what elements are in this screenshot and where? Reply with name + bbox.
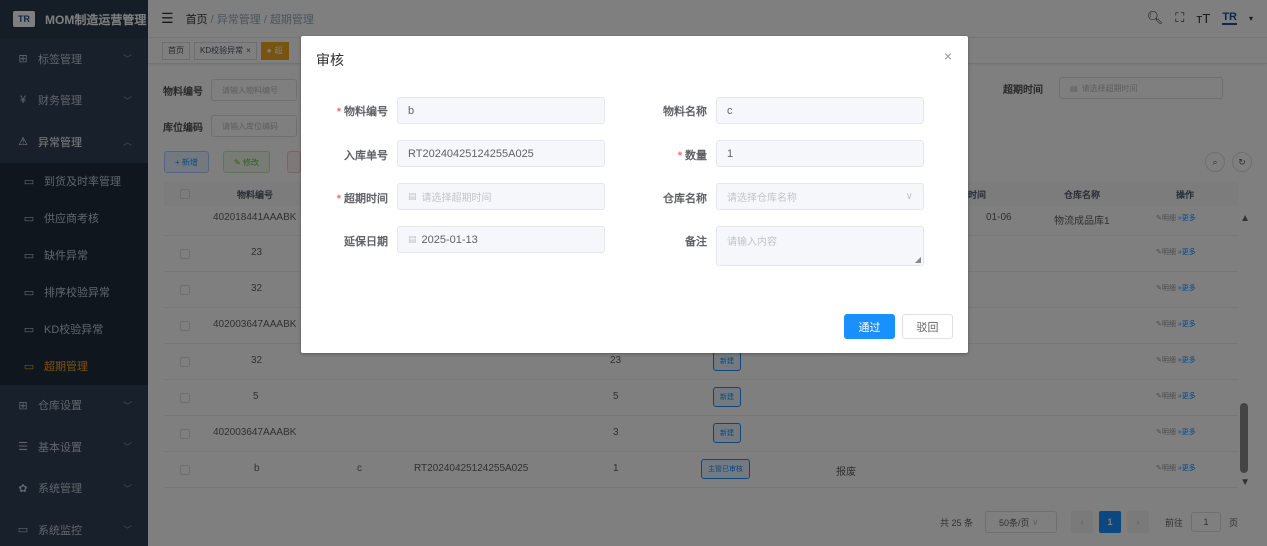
- review-dialog: 审核 × * 物料编号 b 物料名称 c 入库单号 RT2024042512425…: [301, 36, 968, 353]
- quantity-field-label: * 数量: [647, 147, 707, 163]
- reject-button[interactable]: 驳回: [902, 314, 953, 339]
- required-mark: *: [336, 106, 341, 118]
- material-code-field[interactable]: b: [397, 97, 605, 124]
- remark-placeholder: 请输入内容: [727, 237, 777, 248]
- required-mark: *: [677, 150, 682, 162]
- calendar-icon: ▤: [408, 191, 417, 201]
- inbound-order-field-label: 入库单号: [344, 150, 388, 162]
- extend-date-field-label: 延保日期: [344, 236, 388, 248]
- quantity-field[interactable]: 1: [716, 140, 924, 167]
- remark-textarea[interactable]: 请输入内容 ◢: [716, 226, 924, 266]
- pass-button[interactable]: 通过: [844, 314, 895, 339]
- chevron-down-icon: ∨: [905, 191, 913, 202]
- extend-date-field[interactable]: ▤ 2025-01-13: [397, 226, 605, 253]
- material-name-field-label: 物料名称: [663, 106, 707, 118]
- resize-handle-icon[interactable]: ◢: [915, 255, 921, 264]
- remark-field-label: 备注: [685, 236, 707, 248]
- warehouse-field-label: 仓库名称: [663, 193, 707, 205]
- extend-date-value: 2025-01-13: [421, 233, 478, 246]
- field-label-text: 数量: [685, 150, 707, 162]
- calendar-icon: ▤: [408, 234, 417, 244]
- inbound-order-field[interactable]: RT20240425124255A025: [397, 140, 605, 167]
- material-code-field-label: * 物料编号: [328, 103, 388, 119]
- overdue-time-placeholder: 请选择超期时间: [421, 193, 492, 204]
- material-name-field[interactable]: c: [716, 97, 924, 124]
- warehouse-select[interactable]: 请选择仓库名称 ∨: [716, 183, 924, 210]
- field-label-text: 物料编号: [344, 106, 388, 118]
- overdue-time-field-label: * 超期时间: [328, 190, 388, 206]
- dialog-title: 审核: [316, 52, 344, 68]
- overdue-time-field[interactable]: ▤ 请选择超期时间: [397, 183, 605, 210]
- field-label-text: 超期时间: [344, 193, 388, 205]
- close-icon[interactable]: ×: [944, 48, 952, 64]
- warehouse-placeholder: 请选择仓库名称: [727, 193, 797, 204]
- required-mark: *: [336, 193, 341, 205]
